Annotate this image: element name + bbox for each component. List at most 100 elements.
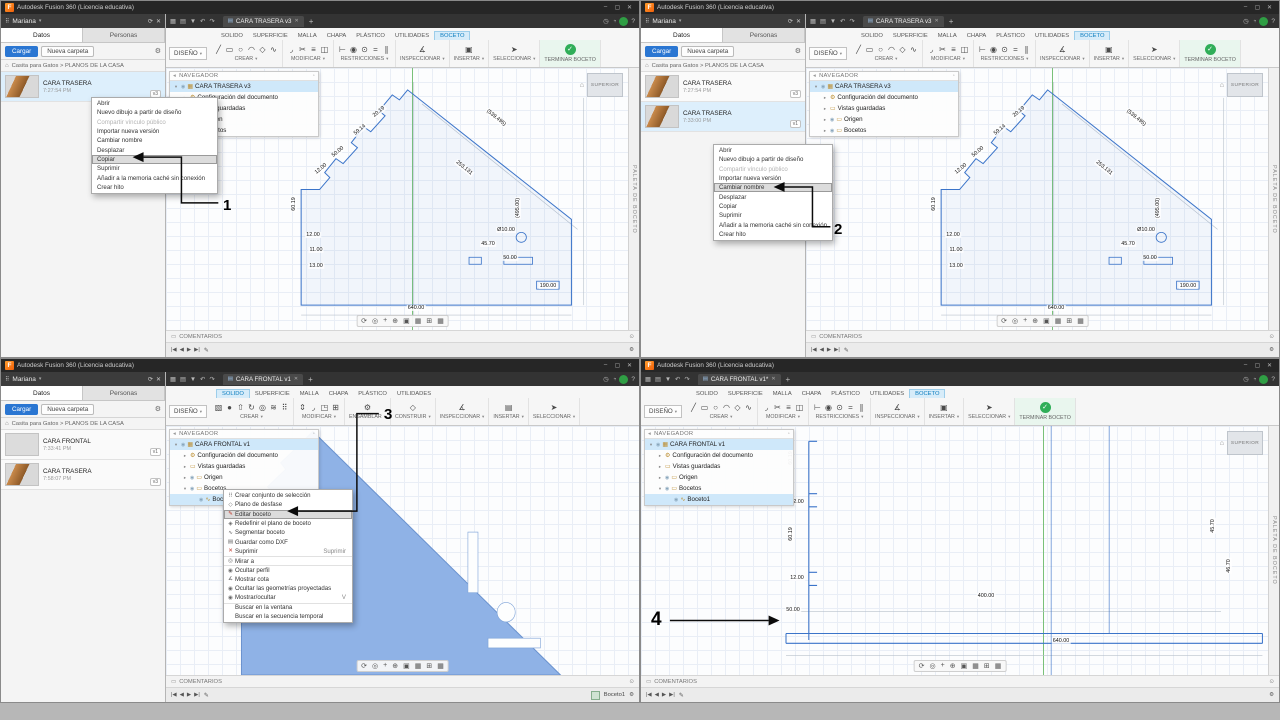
target-icon[interactable]: ⊙ — [1269, 334, 1274, 340]
workspace-tab[interactable]: MALLA — [293, 32, 322, 40]
sketch-palette-strip[interactable]: PALETA DE BOCETO — [628, 68, 639, 330]
view-cube-face[interactable]: SUPERIOR — [1227, 73, 1263, 97]
trim-icon[interactable]: ✂ — [773, 403, 782, 412]
version-badge[interactable]: v3 — [789, 90, 801, 98]
upload-button[interactable]: Cargar — [5, 403, 39, 415]
minimize-icon[interactable]: – — [600, 4, 611, 11]
parallel-icon[interactable]: ∥ — [857, 403, 866, 412]
workspace-tab[interactable]: UTILIDADES — [392, 390, 436, 398]
workspace-tab[interactable]: SUPERFICIE — [723, 390, 768, 398]
data-panel-toggle-icon[interactable]: ▦ — [170, 376, 176, 383]
visibility-eye-icon[interactable]: ◉ — [181, 442, 185, 448]
fillet-icon[interactable]: ◞ — [309, 403, 318, 412]
context-menu-item[interactable]: Desplazar — [92, 145, 217, 154]
undo-icon[interactable]: ↶ — [200, 376, 205, 383]
display-icon[interactable]: ▦ — [415, 317, 422, 325]
tool-group-label[interactable]: INSERTAR ▾ — [493, 414, 524, 420]
cylinder-icon[interactable]: ● — [225, 403, 234, 412]
viewports-icon[interactable]: ▦ — [437, 662, 444, 670]
redo-icon[interactable]: ↷ — [209, 18, 214, 25]
navigator-node[interactable]: ▾ ◉ ▦ CARA FRONTAL v1 — [645, 439, 793, 450]
navigator-node[interactable]: ▸ ▭ Vistas guardadas — [170, 461, 318, 472]
visibility-eye-icon[interactable]: ◉ — [665, 486, 669, 492]
navigator-node[interactable]: ▸ ▭ Vistas guardadas — [810, 103, 958, 114]
save-icon[interactable]: ▼ — [190, 18, 196, 25]
timeline-marker[interactable]: ✎ — [204, 347, 209, 354]
navigator-node[interactable]: ▸ ◉ ▭ Origen — [810, 114, 958, 125]
new-folder-button[interactable]: Nueva carpeta — [681, 45, 735, 57]
user-menu[interactable]: Mariana — [12, 376, 35, 383]
skip-end-icon[interactable]: ▶| — [669, 692, 675, 698]
sketch-palette-strip[interactable]: PALETA DE BOCETO — [1268, 426, 1279, 675]
sync-icon[interactable]: ⟳ — [148, 18, 153, 25]
insert-mesh-icon[interactable]: ▤ — [504, 403, 513, 412]
document-tab[interactable]: ▤ CARA TRASERA v3 ✕ — [862, 15, 944, 27]
avatar[interactable] — [1259, 16, 1269, 26]
job-status-icon[interactable]: ◷ — [1243, 18, 1249, 25]
workspace-selector[interactable]: DISEÑO ▾ — [169, 405, 207, 418]
breadcrumb-path[interactable]: Casita para Gatos > PLANOS DE LA CASA — [12, 421, 124, 427]
home-icon[interactable]: ⌂ — [5, 63, 9, 69]
horizontal-icon[interactable]: ⊢ — [978, 45, 987, 54]
skip-start-icon[interactable]: |◀ — [646, 692, 652, 698]
viewports-icon[interactable]: ▦ — [1077, 317, 1084, 325]
workspace-tab[interactable]: PLÁSTICO — [353, 390, 392, 398]
play-icon[interactable]: ▶ — [827, 347, 831, 353]
context-menu-item[interactable]: ∡ Mostrar cota — [224, 575, 352, 584]
tool-group-label[interactable]: CREAR ▾ — [235, 56, 258, 62]
parallel-icon[interactable]: ∥ — [1022, 45, 1031, 54]
visibility-eye-icon[interactable]: ◉ — [830, 128, 834, 134]
visibility-eye-icon[interactable]: ◉ — [674, 497, 678, 503]
help-icon[interactable]: ? — [631, 18, 635, 25]
file-icon[interactable]: ▤ — [655, 376, 661, 383]
viewport[interactable]: 640.00 190.00 (495.00) (539.495) 253.131 Ø10.… — [166, 68, 639, 330]
expand-arrow-icon[interactable]: ▾ — [173, 84, 179, 90]
play-icon[interactable]: ▶ — [187, 692, 191, 698]
view-cube-face[interactable]: SUPERIOR — [1227, 431, 1263, 455]
navigator-node[interactable]: ▸ ◉ ▭ Bocetos — [810, 125, 958, 136]
expand-arrow-icon[interactable]: ▸ — [822, 117, 828, 123]
polygon-icon[interactable]: ◇ — [258, 45, 267, 54]
skip-start-icon[interactable]: |◀ — [171, 347, 177, 353]
trim-icon[interactable]: ✂ — [298, 45, 307, 54]
tool-group-label[interactable]: SELECCIONAR ▾ — [533, 414, 575, 420]
workspace-tab[interactable]: SOLIDO — [216, 389, 250, 398]
tab-personas[interactable]: Personas — [83, 28, 165, 42]
sync-icon[interactable]: ⟳ — [148, 376, 153, 383]
workspace-tab[interactable]: PLÁSTICO — [351, 32, 390, 40]
visibility-eye-icon[interactable]: ◉ — [190, 486, 194, 492]
arc-icon[interactable]: ◠ — [247, 45, 256, 54]
maximize-icon[interactable]: ▢ — [1252, 362, 1263, 369]
rectangle-icon[interactable]: ▭ — [865, 45, 874, 54]
grid-icon-icon[interactable]: ⊞ — [426, 317, 432, 325]
tool-group-label[interactable]: MODIFICAR ▾ — [766, 414, 800, 420]
circle-icon[interactable]: ○ — [876, 45, 885, 54]
fillet-icon[interactable]: ◞ — [287, 45, 296, 54]
document-item[interactable]: CARA TRASERA 7:27:54 PM v3 — [641, 72, 805, 102]
context-menu-item[interactable]: ∿ Segmentar boceto — [224, 528, 352, 537]
orbit-icon[interactable]: ⟳ — [361, 662, 367, 670]
finish-check-icon[interactable]: ✓ — [1204, 44, 1216, 55]
data-panel-toggle-icon[interactable]: ▦ — [810, 18, 816, 25]
fillet-icon[interactable]: ◞ — [927, 45, 936, 54]
context-menu-item[interactable]: Nuevo dibujo a partir de diseño — [714, 155, 832, 164]
upload-button[interactable]: Cargar — [5, 45, 39, 57]
workspace-tab[interactable]: PLÁSTICO — [991, 32, 1030, 40]
offset-icon[interactable]: ≡ — [309, 45, 318, 54]
tool-group-label[interactable]: INSERTAR ▾ — [929, 414, 960, 420]
options-dot-icon[interactable]: ◦ — [313, 73, 315, 79]
context-menu-item[interactable]: Copiar — [92, 154, 217, 165]
workspace-tab[interactable]: SOLIDO — [216, 32, 248, 40]
look-at-icon[interactable]: ◎ — [372, 662, 378, 670]
visibility-eye-icon[interactable]: ◉ — [656, 442, 660, 448]
version-badge[interactable]: v1 — [789, 120, 801, 128]
options-dot-icon[interactable]: ◦ — [953, 73, 955, 79]
visibility-eye-icon[interactable]: ◉ — [190, 475, 194, 481]
context-menu-item[interactable]: Crear hito — [92, 183, 217, 192]
rectangle-icon[interactable]: ▭ — [700, 403, 709, 412]
box-icon[interactable]: ▧ — [214, 403, 223, 412]
skip-start-icon[interactable]: |◀ — [171, 692, 177, 698]
navigator-node[interactable]: ▾ ◉ ▦ CARA TRASERA v3 — [810, 81, 958, 92]
file-icon[interactable]: ▤ — [180, 18, 186, 25]
target-icon[interactable]: ⊙ — [629, 679, 634, 685]
